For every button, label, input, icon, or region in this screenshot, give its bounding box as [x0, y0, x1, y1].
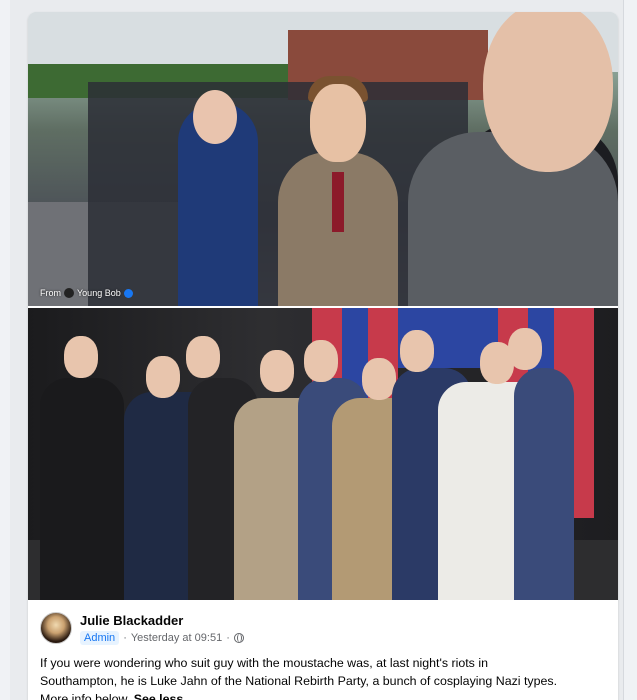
post-photo-riot[interactable]: From Young Bob — [28, 12, 618, 306]
photo-person-head — [64, 336, 98, 378]
post-photo-group[interactable] — [28, 308, 618, 600]
see-less-link[interactable]: See less — [134, 692, 184, 700]
credit-prefix: From — [40, 288, 61, 298]
photo-person — [514, 368, 574, 600]
post-text: If you were wondering who suit guy with … — [40, 654, 606, 700]
credit-name: Young Bob — [77, 288, 121, 298]
globe-icon[interactable] — [233, 633, 244, 643]
photo-person-head — [260, 350, 294, 392]
admin-badge[interactable]: Admin — [80, 631, 120, 645]
post-header: Julie Blackadder Admin · Yesterday at 09… — [40, 612, 600, 652]
left-gutter — [0, 0, 10, 700]
scrollbar-track[interactable] — [623, 0, 637, 700]
post-card: From Young Bob Julie Blackadder Admin · … — [28, 12, 618, 700]
meta-separator: · — [226, 632, 230, 644]
post-meta: Admin · Yesterday at 09:51 · — [80, 631, 244, 645]
photo-person-head — [186, 336, 220, 378]
photo-person-head — [508, 328, 542, 370]
photo-credit[interactable]: From Young Bob — [40, 288, 133, 298]
photo-person-head — [400, 330, 434, 372]
credit-avatar-icon — [64, 288, 74, 298]
author-avatar[interactable] — [40, 612, 72, 644]
photo-person-head — [304, 340, 338, 382]
photo-person-head — [146, 356, 180, 398]
post-text-line: If you were wondering who suit guy with … — [40, 656, 488, 670]
meta-separator: · — [123, 632, 127, 644]
photo-red-tie — [332, 172, 344, 232]
post-text-line: Southampton, he is Luke Jahn of the Nati… — [40, 674, 558, 688]
photo-person-head — [193, 90, 237, 144]
photo-person — [40, 378, 124, 600]
post-text-line-last: More info below. See less — [40, 690, 606, 700]
photo-person-head — [362, 358, 396, 400]
photo-person-face — [483, 12, 613, 172]
post-text-line: More info below. — [40, 692, 131, 700]
author-name[interactable]: Julie Blackadder — [80, 613, 183, 628]
verified-badge-icon — [123, 288, 133, 298]
post-timestamp[interactable]: Yesterday at 09:51 — [131, 632, 222, 644]
photo-person-head — [310, 84, 366, 162]
